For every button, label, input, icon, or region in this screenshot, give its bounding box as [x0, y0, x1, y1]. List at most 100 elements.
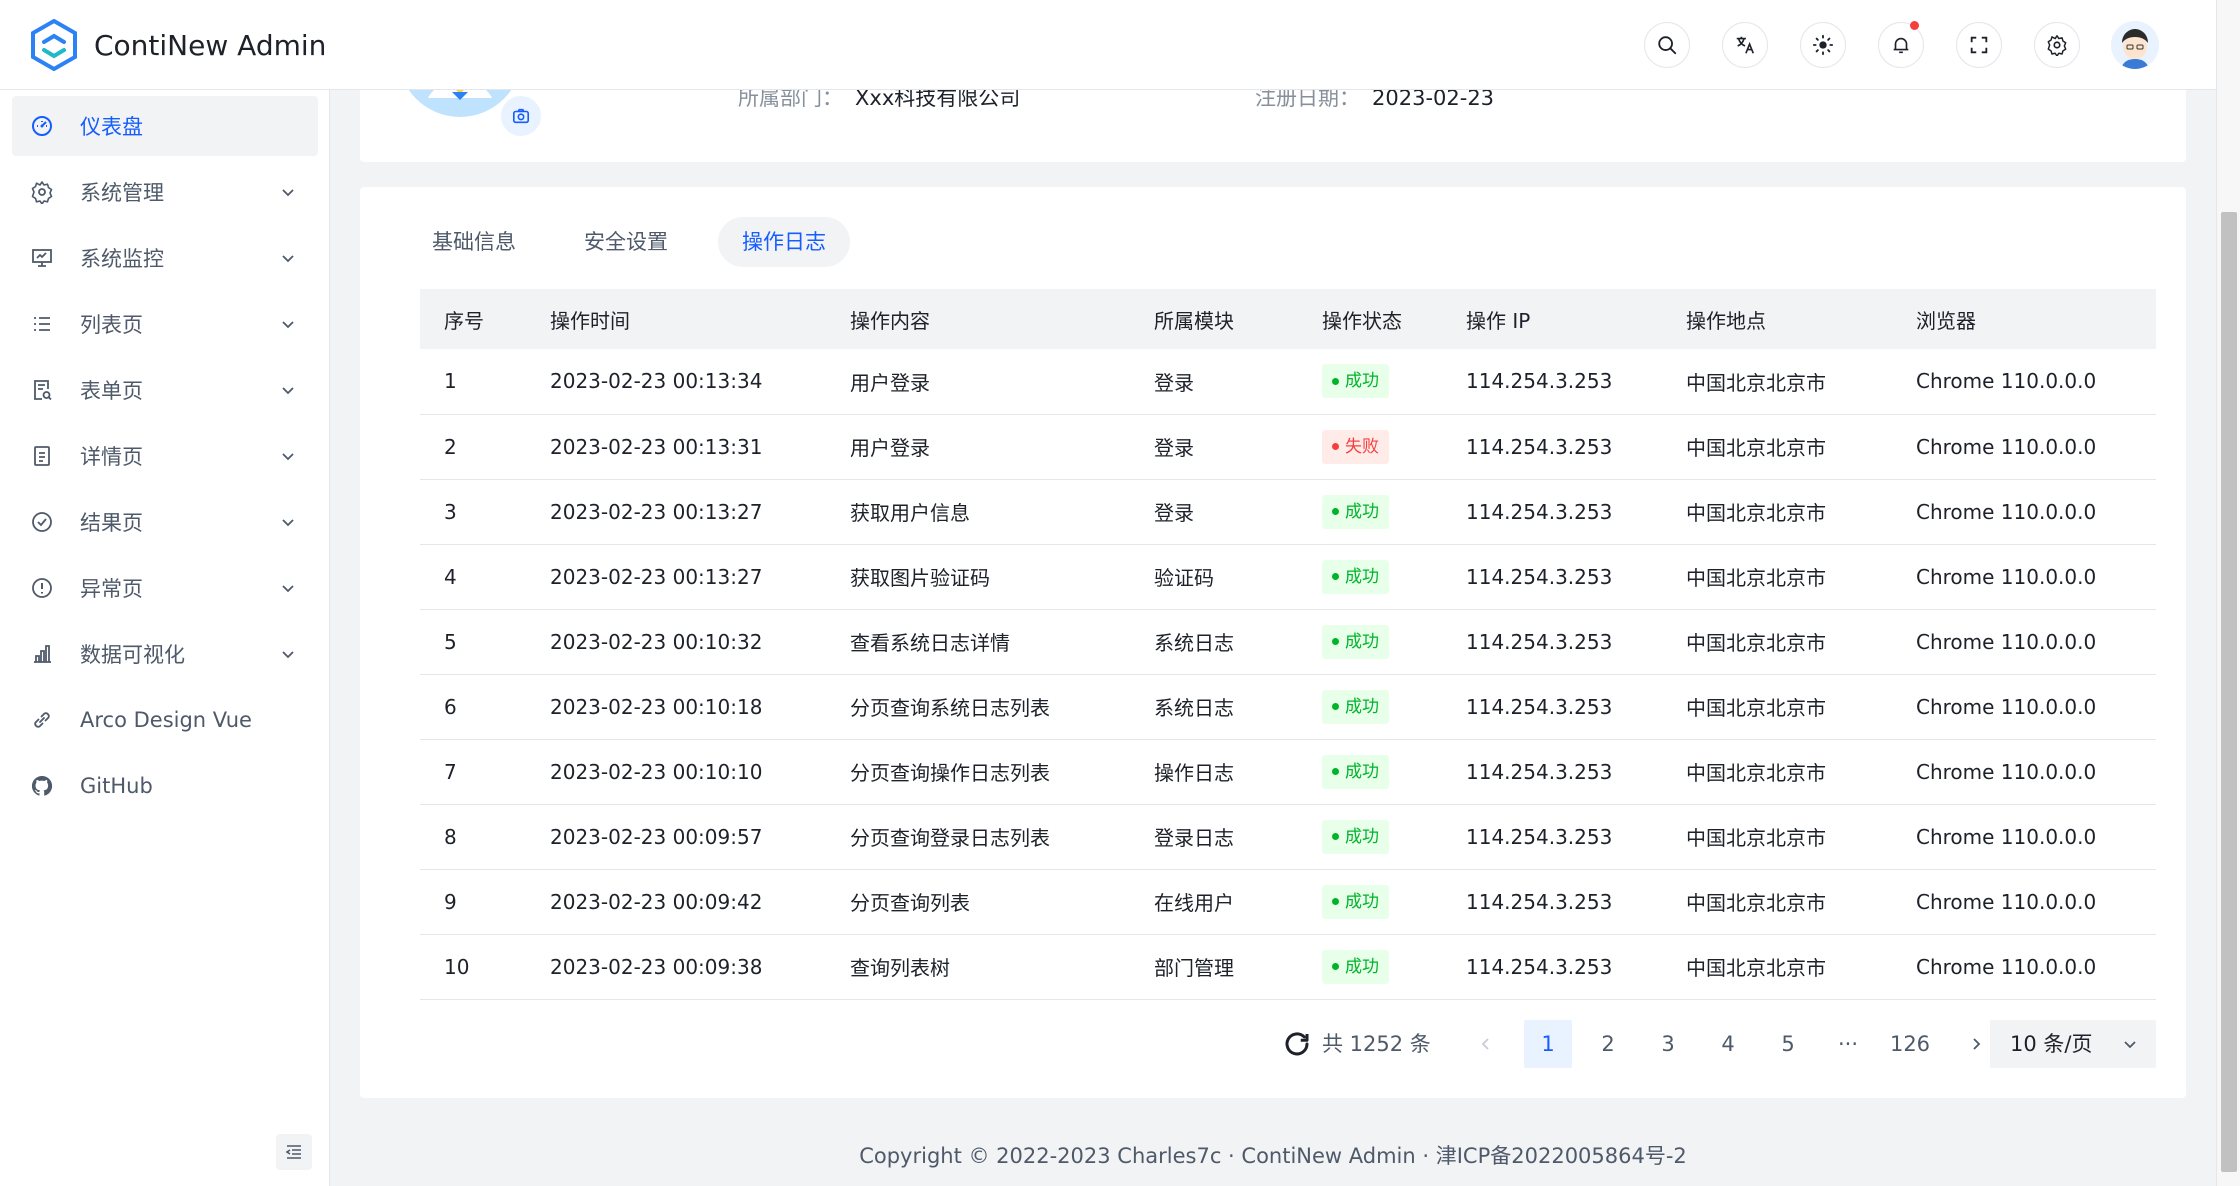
- table-cell: 2023-02-23 00:09:57: [526, 804, 826, 870]
- check-circle-icon: [30, 510, 54, 534]
- table-cell: 114.254.3.253: [1442, 544, 1662, 610]
- sidebar-item-detail-page[interactable]: 详情页: [12, 426, 318, 486]
- status-dot: [1332, 443, 1339, 450]
- column-header: 浏览器: [1892, 289, 2156, 349]
- collapse-sidebar-button[interactable]: [276, 1134, 312, 1170]
- table-cell: Chrome 110.0.0.0: [1892, 479, 2156, 545]
- table-cell: 114.254.3.253: [1442, 609, 1662, 675]
- table-cell: 登录: [1130, 349, 1298, 415]
- logo[interactable]: ContiNew Admin: [30, 19, 326, 71]
- bar-chart-icon: [30, 642, 54, 666]
- status-text: 成功: [1345, 631, 1379, 652]
- prev-page-button[interactable]: [1462, 1020, 1510, 1068]
- table-row: 4 2023-02-23 00:13:27 获取图片验证码 验证码 成功 114.254.…: [420, 544, 2156, 610]
- page-126[interactable]: 126: [1880, 1020, 1940, 1068]
- page-3[interactable]: 3: [1644, 1020, 1692, 1068]
- sidebar-item-arco-design-vue[interactable]: Arco Design Vue: [12, 690, 318, 750]
- language-button[interactable]: [1722, 22, 1768, 68]
- sidebar-item-dashboard[interactable]: 仪表盘: [12, 96, 318, 156]
- gear-icon: [30, 180, 54, 204]
- status-text: 成功: [1345, 761, 1379, 782]
- table-cell: 用户登录: [826, 349, 1130, 415]
- sidebar-item-data-visualization[interactable]: 数据可视化: [12, 624, 318, 684]
- table-cell: 获取用户信息: [826, 479, 1130, 545]
- table-cell: 中国北京北京市: [1662, 544, 1892, 610]
- status-cell: 成功: [1298, 674, 1442, 740]
- file-icon: [30, 444, 54, 468]
- sidebar-item-label: 仪表盘: [80, 115, 143, 139]
- app-title: ContiNew Admin: [94, 28, 327, 62]
- refresh-icon[interactable]: [1282, 1029, 1312, 1059]
- search-icon: [1658, 36, 1677, 55]
- sidebar-item-exception-page[interactable]: 异常页: [12, 558, 318, 618]
- search-button[interactable]: [1644, 22, 1690, 68]
- table-cell: Chrome 110.0.0.0: [1892, 674, 2156, 740]
- table-cell: 2023-02-23 00:13:27: [526, 544, 826, 610]
- table-row: 5 2023-02-23 00:10:32 查看系统日志详情 系统日志 成功 114.25…: [420, 609, 2156, 675]
- page-ellipsis[interactable]: ···: [1824, 1020, 1872, 1068]
- table-cell: Chrome 110.0.0.0: [1892, 739, 2156, 805]
- tab-operation-log[interactable]: 操作日志: [718, 217, 850, 267]
- notification-button[interactable]: [1878, 21, 1924, 68]
- sidebar-item-system-management[interactable]: 系统管理: [12, 162, 318, 222]
- table-cell: 3: [420, 479, 526, 545]
- settings-button[interactable]: [2034, 22, 2080, 68]
- upload-avatar-button[interactable]: [498, 93, 544, 139]
- table-cell: 2023-02-23 00:09:38: [526, 934, 826, 1000]
- status-text: 失败: [1345, 436, 1379, 457]
- status-dot: [1332, 898, 1339, 905]
- table-cell: 4: [420, 544, 526, 610]
- tab-basic-info[interactable]: 基础信息: [408, 217, 540, 267]
- sidebar-item-github[interactable]: GitHub: [12, 756, 318, 816]
- sidebar-item-result-page[interactable]: 结果页: [12, 492, 318, 552]
- scrollbar-thumb[interactable]: [2221, 212, 2237, 1172]
- sidebar-item-system-monitor[interactable]: 系统监控: [12, 228, 318, 288]
- table-cell: 9: [420, 869, 526, 935]
- table-cell: 7: [420, 739, 526, 805]
- operation-log-table: 序号 操作时间 操作内容 所属模块 操作状态 操作 IP 操作地点 浏览器 12…: [420, 289, 2156, 1000]
- table-cell: 2023-02-23 00:10:10: [526, 739, 826, 805]
- status-badge: 成功: [1322, 949, 1389, 984]
- status-badge: 成功: [1322, 819, 1389, 854]
- page-scrollbar[interactable]: [2216, 0, 2240, 1186]
- sidebar-item-label: GitHub: [80, 774, 153, 798]
- page-1[interactable]: 1: [1524, 1020, 1572, 1068]
- column-header: 序号: [420, 289, 526, 349]
- fullscreen-icon: [1970, 36, 1988, 54]
- column-header: 操作内容: [826, 289, 1130, 349]
- table-row: 3 2023-02-23 00:13:27 获取用户信息 登录 成功 114.254.3.…: [420, 479, 2156, 545]
- status-cell: 成功: [1298, 739, 1442, 805]
- table-row: 7 2023-02-23 00:10:10 分页查询操作日志列表 操作日志 成功 114.…: [420, 739, 2156, 805]
- table-cell: 部门管理: [1130, 934, 1298, 1000]
- status-dot: [1332, 508, 1339, 515]
- page-4[interactable]: 4: [1704, 1020, 1752, 1068]
- table-cell: 8: [420, 804, 526, 870]
- table-cell: 登录: [1130, 479, 1298, 545]
- table-cell: Chrome 110.0.0.0: [1892, 869, 2156, 935]
- column-header: 操作地点: [1662, 289, 1892, 349]
- user-avatar[interactable]: [2111, 21, 2159, 69]
- status-dot: [1332, 638, 1339, 645]
- page-5[interactable]: 5: [1764, 1020, 1812, 1068]
- chevron-down-icon: [282, 585, 294, 593]
- table-cell: 2023-02-23 00:10:18: [526, 674, 826, 740]
- table-cell: 2023-02-23 00:13:27: [526, 479, 826, 545]
- status-badge: 成功: [1322, 624, 1389, 659]
- sidebar-item-list-page[interactable]: 列表页: [12, 294, 318, 354]
- page-size-select[interactable]: 10 条/页: [1990, 1020, 2156, 1068]
- table-cell: 中国北京北京市: [1662, 934, 1892, 1000]
- status-dot: [1332, 833, 1339, 840]
- dashboard-icon: [30, 114, 54, 138]
- status-cell: 成功: [1298, 479, 1442, 545]
- avatar-image: [2111, 21, 2159, 69]
- theme-toggle-button[interactable]: [1800, 22, 1846, 68]
- table-cell: 114.254.3.253: [1442, 869, 1662, 935]
- table-cell: 分页查询登录日志列表: [826, 804, 1130, 870]
- table-cell: Chrome 110.0.0.0: [1892, 934, 2156, 1000]
- gear-icon: [2047, 35, 2067, 56]
- table-row: 9 2023-02-23 00:09:42 分页查询列表 在线用户 成功 114.254.…: [420, 869, 2156, 935]
- page-2[interactable]: 2: [1584, 1020, 1632, 1068]
- fullscreen-button[interactable]: [1956, 22, 2002, 68]
- tab-security-settings[interactable]: 安全设置: [560, 217, 692, 267]
- sidebar-item-form-page[interactable]: 表单页: [12, 360, 318, 420]
